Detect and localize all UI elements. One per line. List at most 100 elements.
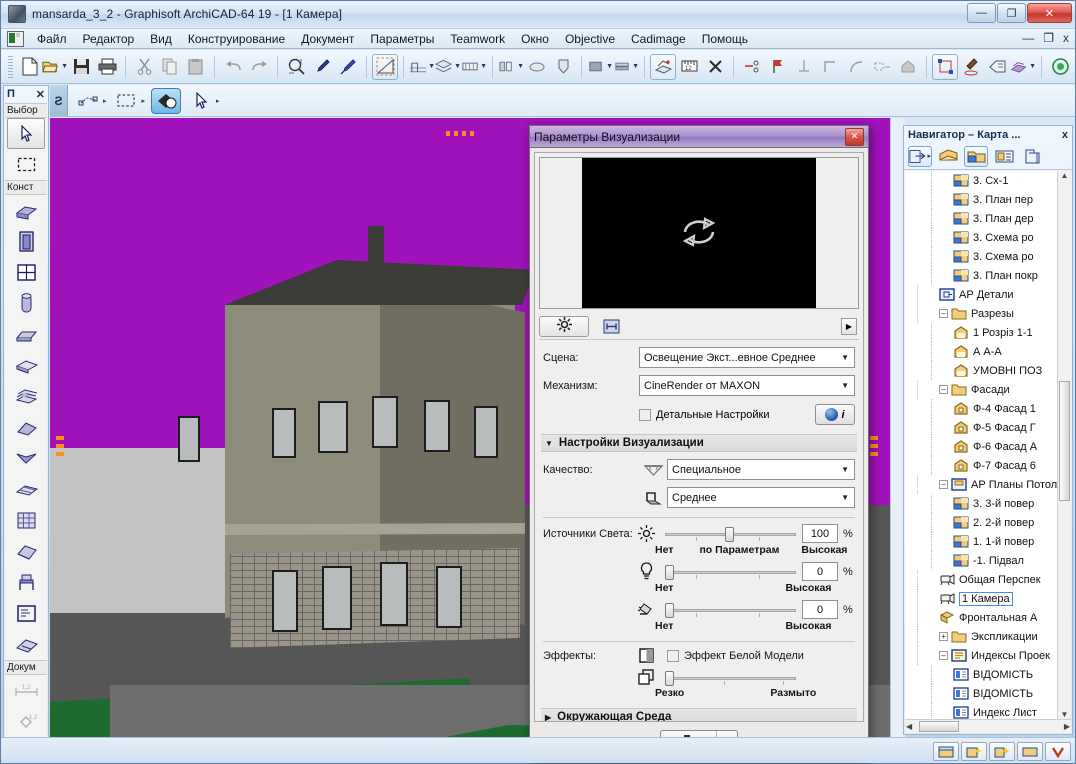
- doc-close-button[interactable]: x: [1063, 31, 1069, 45]
- collapse-icon[interactable]: –: [939, 309, 948, 318]
- tree-item[interactable]: – Разрезы: [905, 304, 1071, 323]
- window-new-icon[interactable]: [961, 742, 987, 761]
- navigator-close-icon[interactable]: x: [1062, 129, 1068, 141]
- tree-item[interactable]: 3. План дер: [905, 209, 1071, 228]
- undo-icon[interactable]: [220, 54, 246, 80]
- scroll-up-arrow[interactable]: ▲: [1058, 171, 1071, 180]
- measure-triangle-icon[interactable]: [372, 53, 398, 80]
- intersect-icon[interactable]: [791, 54, 817, 80]
- chevron-down-icon[interactable]: ▸: [103, 97, 107, 105]
- slider-thumb[interactable]: [665, 564, 674, 580]
- skylight-icon[interactable]: [5, 629, 47, 660]
- menu-item-cadimage[interactable]: Cadimage: [623, 30, 694, 48]
- measure-ruler-icon[interactable]: 12: [676, 54, 702, 80]
- window-restore-icon[interactable]: [933, 742, 959, 761]
- home-project-icon[interactable]: [936, 146, 960, 167]
- chevron-down-icon[interactable]: ▸: [142, 97, 146, 105]
- mesh-icon[interactable]: [5, 474, 47, 505]
- minimize-button[interactable]: —: [967, 3, 996, 23]
- fill-style-icon[interactable]: [524, 54, 550, 80]
- new-document-icon[interactable]: [16, 54, 42, 80]
- white-model-checkbox[interactable]: [667, 649, 679, 662]
- tree-item[interactable]: А А-А: [905, 342, 1071, 361]
- tree-item[interactable]: Ф-4 Фасад 1: [905, 399, 1071, 418]
- quality-select[interactable]: Специальное ▼: [667, 459, 855, 480]
- snap-guide-icon[interactable]: [74, 89, 102, 113]
- tree-item[interactable]: 3. Схема ро: [905, 228, 1071, 247]
- dialog-close-button[interactable]: ✕: [845, 127, 864, 146]
- doc-maximize-button[interactable]: ❐: [1043, 31, 1054, 45]
- arrow-cursor-icon[interactable]: [187, 89, 215, 113]
- zone-icon[interactable]: [5, 598, 47, 629]
- project-map-icon[interactable]: [964, 145, 988, 167]
- tree-item[interactable]: 3. Сх-1: [905, 171, 1071, 190]
- info-box-tab[interactable]: Ƨ: [50, 85, 68, 116]
- redo-icon[interactable]: [246, 54, 272, 80]
- chevron-down-icon[interactable]: ▸: [216, 97, 220, 105]
- menu-item-editor[interactable]: Редактор: [75, 30, 143, 48]
- menu-item-teamwork[interactable]: Teamwork: [442, 30, 513, 48]
- render-preview-icon[interactable]: ▼: [1010, 54, 1036, 80]
- eyedropper-icon[interactable]: [309, 54, 335, 80]
- scroll-right-arrow[interactable]: ▶: [1064, 722, 1070, 731]
- tree-item-selected[interactable]: 1 Камера: [905, 589, 1071, 608]
- dialog-title-bar[interactable]: Параметры Визуализации ✕: [530, 126, 868, 148]
- copy-icon[interactable]: [157, 54, 183, 80]
- layout-book-icon[interactable]: [992, 146, 1016, 167]
- syringe-inject-icon[interactable]: [335, 54, 361, 80]
- stair-icon[interactable]: [5, 381, 47, 412]
- paint-bucket-icon[interactable]: [151, 87, 182, 114]
- collapse-icon[interactable]: –: [939, 385, 948, 394]
- zone-stamp-icon[interactable]: [550, 54, 576, 80]
- close-button[interactable]: ✕: [1027, 3, 1072, 23]
- engine-select[interactable]: CineRender от MAXON ▼: [639, 375, 855, 396]
- tree-item[interactable]: 2. 2-й повер: [905, 513, 1071, 532]
- tree-item[interactable]: – Фасади: [905, 380, 1071, 399]
- tag-info-icon[interactable]: [984, 54, 1010, 80]
- slab-icon[interactable]: [5, 350, 47, 381]
- window-icon[interactable]: [5, 257, 47, 288]
- slider-thumb[interactable]: [665, 602, 674, 618]
- select-node-icon[interactable]: [932, 53, 958, 80]
- project-tree[interactable]: 3. Сх-1 3. План пер 3. План дер 3. Схема ро…: [905, 171, 1071, 719]
- menu-item-objective[interactable]: Objective: [557, 30, 623, 48]
- image-size-icon[interactable]: [599, 316, 623, 337]
- green-target-icon[interactable]: [1047, 54, 1073, 80]
- adjust-flag-icon[interactable]: [765, 54, 791, 80]
- navigator-jump-icon[interactable]: ▸: [908, 145, 932, 167]
- tree-item[interactable]: ВІДОМІСТЬ: [905, 684, 1071, 703]
- expand-icon[interactable]: +: [939, 632, 948, 641]
- menu-item-options[interactable]: Параметры: [362, 30, 442, 48]
- pen-set-icon[interactable]: ▼: [498, 54, 524, 80]
- tree-item[interactable]: 3. План покр: [905, 266, 1071, 285]
- cut-scissors-icon[interactable]: [131, 54, 157, 80]
- 3d-view-icon[interactable]: [650, 53, 676, 80]
- detail-select[interactable]: Среднее ▼: [667, 487, 855, 508]
- menu-item-document[interactable]: Документ: [293, 30, 362, 48]
- morph-icon[interactable]: [5, 536, 47, 567]
- slider-thumb[interactable]: [725, 526, 735, 542]
- dimension-style-icon[interactable]: ▼: [461, 54, 487, 80]
- composite-icon[interactable]: ▼: [613, 54, 639, 80]
- marquee-icon[interactable]: [113, 89, 141, 113]
- menu-item-design[interactable]: Конструирование: [180, 30, 293, 48]
- column-icon[interactable]: [5, 288, 47, 319]
- layer-icon[interactable]: ▼: [435, 54, 461, 80]
- drag-move-icon[interactable]: [702, 54, 728, 80]
- dimension-linear-icon[interactable]: 1,2: [5, 675, 47, 706]
- arrow-select-icon[interactable]: [7, 118, 45, 149]
- building-material-icon[interactable]: ▼: [587, 54, 613, 80]
- wall-icon[interactable]: [5, 195, 47, 226]
- object-icon[interactable]: [5, 567, 47, 598]
- lamp-intensity-value[interactable]: 0: [802, 562, 838, 581]
- window-min-icon[interactable]: [1017, 742, 1043, 761]
- tree-item[interactable]: 3. 3-й повер: [905, 494, 1071, 513]
- tree-item[interactable]: Индекс Лист: [905, 703, 1071, 719]
- tree-item[interactable]: УМОВНІ ПОЗ: [905, 361, 1071, 380]
- sun-intensity-slider[interactable]: [665, 526, 796, 542]
- split-icon[interactable]: [739, 54, 765, 80]
- sun-intensity-value[interactable]: 100: [802, 524, 838, 543]
- roof-icon[interactable]: [5, 412, 47, 443]
- window-tile-icon[interactable]: [989, 742, 1015, 761]
- open-folder-icon[interactable]: ▼: [42, 54, 68, 80]
